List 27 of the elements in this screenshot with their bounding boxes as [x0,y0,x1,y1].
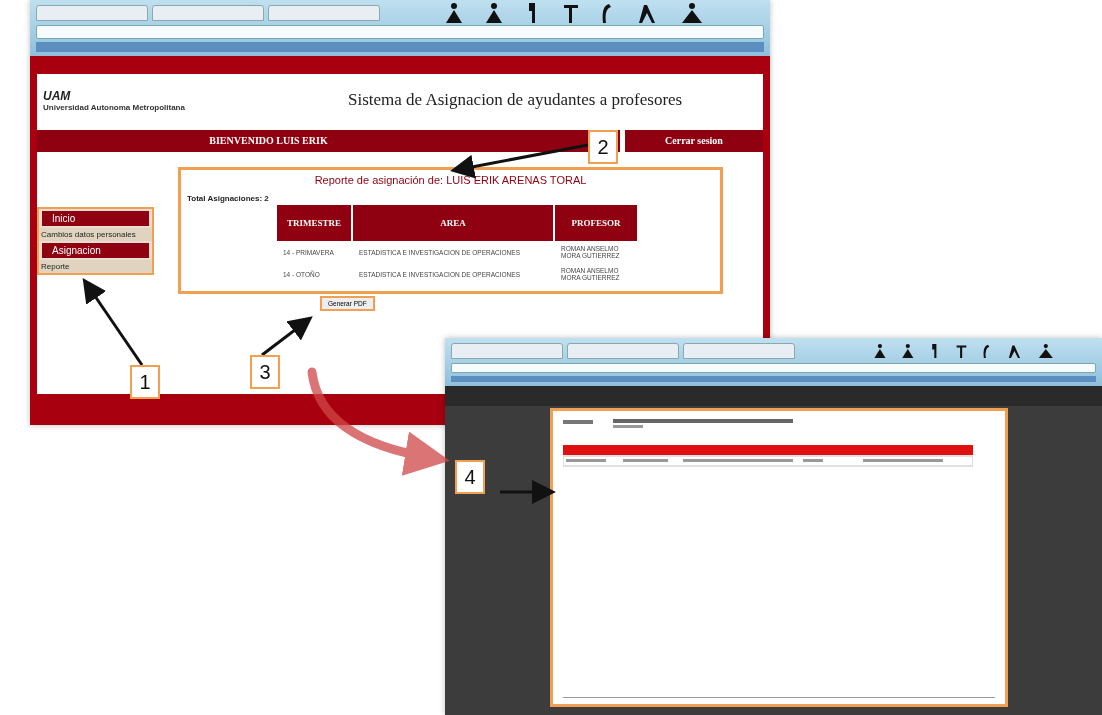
callout-number: 4 [455,460,485,494]
site-title: Sistema de Asignacion de ayudantes a profesores [348,90,683,110]
university-name: Universidad Autonoma Metropolitana [43,102,186,112]
column-header: PROFESOR [555,205,637,241]
report-title: Reporte de asignación de: LUIS ERIK ARENAS TORAL [313,174,588,186]
logo-text: UAM [43,88,71,103]
menu-item[interactable]: Asignacion [42,243,149,258]
address-bar[interactable] [451,363,1096,373]
arrow [500,480,556,504]
menu-item[interactable]: Inicio [42,211,149,226]
menu-item[interactable]: Cambios datos personales [39,228,152,241]
arrow [261,316,313,357]
browser-tab[interactable] [567,343,679,359]
address-bar[interactable] [36,25,764,39]
browser-tab[interactable] [683,343,795,359]
column-header: AREA [353,205,553,241]
total-label: Total Asignaciones: 2 [187,194,270,203]
browser-tab[interactable] [268,5,380,21]
callout-number: 3 [250,355,280,389]
browser-tab[interactable] [451,343,563,359]
logout-button[interactable]: Cerrar sesion [625,130,763,152]
menu-item[interactable]: Reporte [39,260,152,273]
callout-number: 1 [130,365,160,399]
browser-tab[interactable] [36,5,148,21]
browser-tab[interactable] [152,5,264,21]
callout-number: 2 [588,130,618,164]
column-header: TRIMESTRE [277,205,351,241]
